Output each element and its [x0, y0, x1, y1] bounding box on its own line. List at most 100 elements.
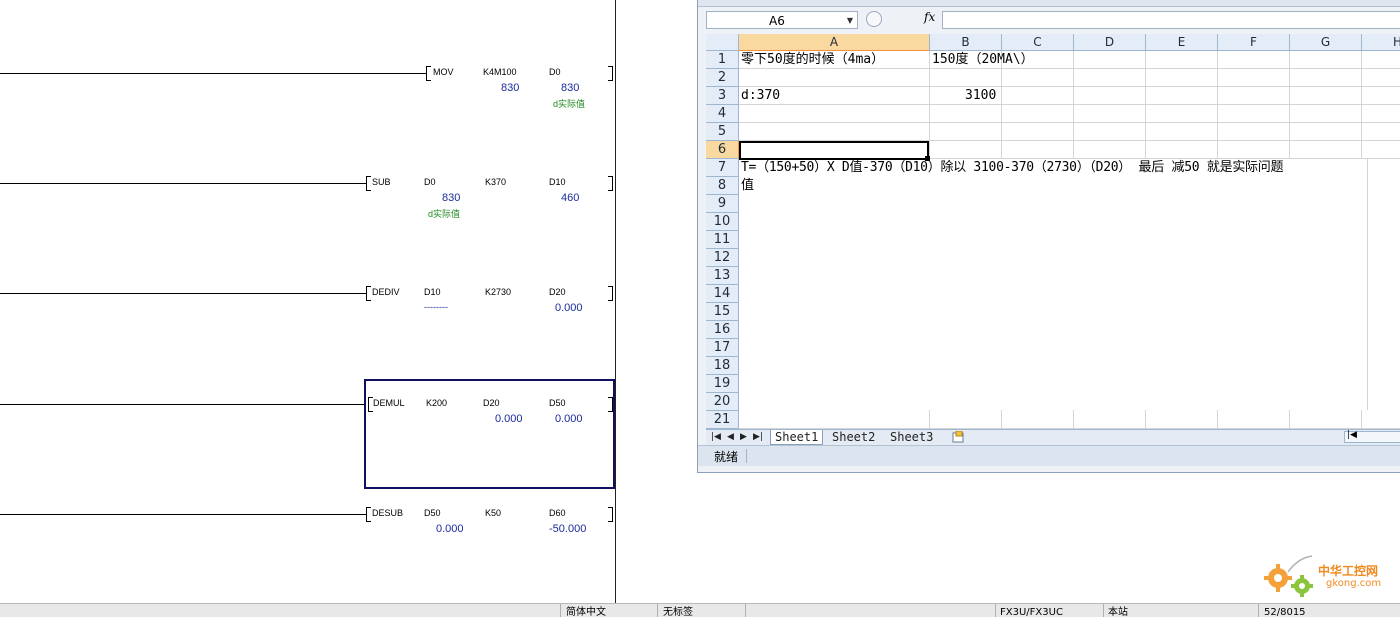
- row-header[interactable]: 15: [706, 303, 739, 321]
- operand-3[interactable]: D60: [549, 508, 566, 518]
- row-header[interactable]: 16: [706, 321, 739, 339]
- excel-status-bar: 就绪: [698, 445, 1400, 466]
- grid-line: [739, 122, 1400, 123]
- instruction-bracket-right: [608, 507, 613, 522]
- cell-a7[interactable]: T=（150+50）X D值-370（D10）除以 3100-370（2730）…: [741, 159, 1284, 177]
- formula-bar: A6 ▼ fx: [698, 7, 1400, 33]
- select-all-corner[interactable]: [706, 34, 739, 51]
- watermark-text-cn: 中华工控网: [1318, 564, 1379, 578]
- app-status-bar: 简体中文 无标签 FX3U/FX3UC 本站 52/8015: [0, 603, 1400, 617]
- row-header-selected[interactable]: 6: [706, 141, 739, 159]
- row-header[interactable]: 1: [706, 51, 739, 69]
- column-header-d[interactable]: D: [1074, 34, 1146, 51]
- rung-line: [0, 514, 366, 515]
- operand-2[interactable]: K2730: [485, 287, 511, 297]
- column-header-g[interactable]: G: [1290, 34, 1362, 51]
- row-header[interactable]: 11: [706, 231, 739, 249]
- excel-window[interactable]: A6 ▼ fx A B C D E F G H 1 2 3 4 5 6 7 8: [697, 0, 1400, 473]
- ribbon-edge: [698, 0, 1400, 7]
- formula-bar-round-handle-icon[interactable]: [866, 11, 882, 27]
- row-header[interactable]: 14: [706, 285, 739, 303]
- sheet-tab-sheet3[interactable]: Sheet3: [886, 430, 937, 444]
- instruction-bracket-right: [608, 66, 613, 81]
- prev-sheet-icon[interactable]: ◀: [727, 430, 734, 445]
- status-divider: [560, 604, 561, 617]
- panel-divider: [615, 0, 616, 603]
- row-header[interactable]: 19: [706, 375, 739, 393]
- status-separator: [746, 449, 747, 463]
- sheet-tab-sheet1[interactable]: Sheet1: [770, 430, 824, 445]
- row-header[interactable]: 9: [706, 195, 739, 213]
- status-divider: [995, 604, 996, 617]
- ladder-diagram-panel[interactable]: MOV K4M100 830 D0 830 d实际值 SUB D0 830 d实…: [0, 0, 616, 603]
- chevron-down-icon[interactable]: ▼: [847, 12, 853, 30]
- instruction-bracket-left: [426, 66, 431, 81]
- row-header[interactable]: 5: [706, 123, 739, 141]
- operand-3[interactable]: D20: [549, 287, 566, 297]
- horizontal-scrollbar[interactable]: |◀: [1344, 430, 1400, 443]
- instruction-mnemonic[interactable]: DESUB: [372, 508, 403, 518]
- active-cell-a6[interactable]: [739, 141, 929, 160]
- column-header-b[interactable]: B: [930, 34, 1002, 51]
- scroll-left-icon[interactable]: |◀: [1347, 430, 1357, 440]
- first-sheet-icon[interactable]: |◀: [711, 430, 721, 445]
- row-header[interactable]: 21: [706, 411, 739, 429]
- row-header[interactable]: 12: [706, 249, 739, 267]
- column-header-h[interactable]: H: [1362, 34, 1400, 51]
- operand-2[interactable]: D0: [549, 67, 561, 77]
- cell-a8[interactable]: 值: [741, 177, 754, 195]
- column-header-e[interactable]: E: [1146, 34, 1218, 51]
- rung-line: [0, 73, 426, 74]
- column-header-c[interactable]: C: [1002, 34, 1074, 51]
- insert-sheet-icon[interactable]: [952, 430, 966, 443]
- fx-icon[interactable]: fx: [924, 10, 935, 24]
- operand-1[interactable]: D10: [424, 287, 441, 297]
- instruction-bracket-left: [366, 176, 371, 191]
- operand-3-value: 0.000: [555, 302, 583, 314]
- row-header[interactable]: 13: [706, 267, 739, 285]
- column-header-f[interactable]: F: [1218, 34, 1290, 51]
- next-sheet-icon[interactable]: ▶: [740, 430, 747, 445]
- row-header[interactable]: 20: [706, 393, 739, 411]
- last-sheet-icon[interactable]: ▶|: [753, 430, 763, 445]
- cell-b1[interactable]: 150度（20MA\）: [932, 51, 1034, 69]
- operand-1-value: 830: [442, 192, 461, 204]
- sheet-tab-sheet2[interactable]: Sheet2: [828, 430, 879, 444]
- operand-1-value: 0.000: [436, 523, 464, 535]
- spreadsheet-grid[interactable]: A B C D E F G H 1 2 3 4 5 6 7 8 9 10 11 …: [706, 34, 1400, 429]
- instruction-mnemonic[interactable]: SUB: [372, 177, 391, 187]
- row-header[interactable]: 2: [706, 69, 739, 87]
- operand-1[interactable]: D0: [424, 177, 436, 187]
- operand-1[interactable]: K4M100: [483, 67, 517, 77]
- operand-2[interactable]: K370: [485, 177, 506, 187]
- row-header[interactable]: 18: [706, 357, 739, 375]
- operand-3-value: -50.000: [549, 523, 587, 535]
- row-header[interactable]: 4: [706, 105, 739, 123]
- row-header[interactable]: 17: [706, 339, 739, 357]
- column-h-region: [1367, 159, 1400, 410]
- column-header-a[interactable]: A: [739, 34, 930, 51]
- status-divider: [657, 604, 658, 617]
- operand-1[interactable]: D50: [424, 508, 441, 518]
- operand-2[interactable]: K50: [485, 508, 501, 518]
- operand-1-value: 830: [501, 82, 520, 94]
- formula-input[interactable]: [942, 11, 1400, 29]
- row-header[interactable]: 10: [706, 213, 739, 231]
- name-box[interactable]: A6 ▼: [706, 11, 858, 29]
- instruction-bracket-right: [608, 176, 613, 191]
- cell-a3[interactable]: d:370: [741, 87, 780, 105]
- row-header[interactable]: 3: [706, 87, 739, 105]
- rung-line: [0, 183, 366, 184]
- operand-3[interactable]: D10: [549, 177, 566, 187]
- cell-b3[interactable]: 3100: [965, 87, 996, 105]
- row-header[interactable]: 8: [706, 177, 739, 195]
- operand-1-value: --------: [424, 302, 448, 312]
- row-header[interactable]: 7: [706, 159, 739, 177]
- name-box-value: A6: [769, 14, 785, 28]
- instruction-mnemonic[interactable]: DEDIV: [372, 287, 400, 297]
- status-divider: [1258, 604, 1259, 617]
- instruction-mnemonic[interactable]: MOV: [433, 67, 454, 77]
- grid-line: [739, 104, 1400, 105]
- cell-a1[interactable]: 零下50度的时候（4ma）: [741, 51, 884, 69]
- ready-status: 就绪: [714, 450, 739, 464]
